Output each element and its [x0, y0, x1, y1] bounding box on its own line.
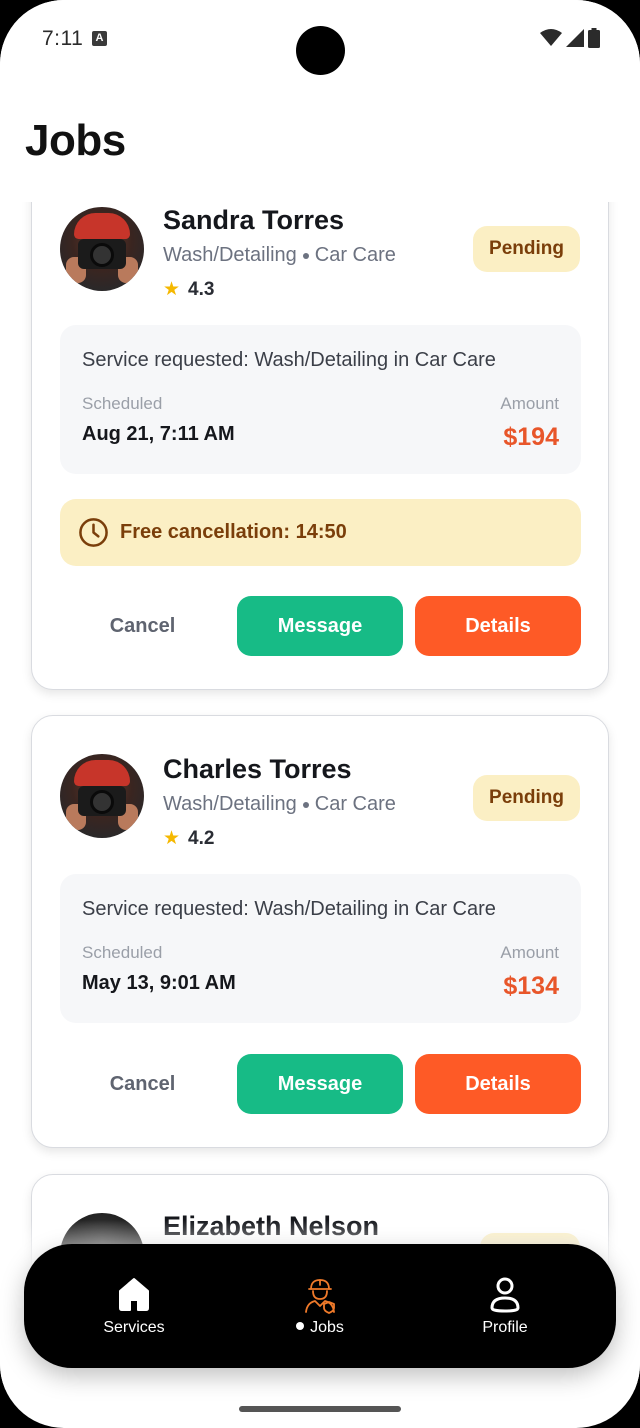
details-button[interactable]: Details — [415, 1054, 581, 1114]
service-category: Wash/Detailing Car Care — [163, 244, 396, 267]
status-time: 7:11 — [42, 27, 84, 50]
details-button[interactable]: Details — [415, 596, 581, 656]
amount-label: Amount — [500, 394, 559, 413]
star-icon: ★ — [163, 279, 181, 300]
rating: ★ 4.3 — [163, 278, 214, 301]
nav-item-services[interactable]: Services — [54, 1244, 214, 1368]
scheduled-label: Scheduled — [82, 943, 163, 962]
request-details: Service requested: Wash/Detailing in Car… — [60, 874, 581, 1023]
camera-cutout — [296, 26, 345, 75]
phone-screen: Sandra Torres Wash/Detailing Car Care ★ 4… — [0, 0, 640, 1428]
request-text: Service requested: Wash/Detailing in Car… — [82, 898, 496, 920]
status-badge: Pending — [473, 226, 580, 272]
free-cancellation-banner: Free cancellation: 14:50 — [60, 499, 581, 566]
bottom-nav: Services Jobs Profile — [24, 1244, 616, 1368]
active-indicator — [296, 1321, 305, 1330]
status-icons — [540, 28, 600, 48]
app-bar: Jobs — [0, 80, 640, 202]
status-bar: 7:11 A — [0, 0, 640, 80]
person-icon — [490, 1277, 520, 1313]
nav-label-text: Jobs — [310, 1319, 344, 1336]
cancellation-text: Free cancellation: 14:50 — [120, 521, 347, 543]
nav-label: Profile — [482, 1319, 528, 1336]
category-name: Car Care — [314, 793, 396, 815]
message-button[interactable]: Message — [237, 596, 403, 656]
worker-icon — [305, 1279, 335, 1314]
jobs-list[interactable]: Sandra Torres Wash/Detailing Car Care ★ 4… — [0, 0, 640, 1428]
scheduled-label: Scheduled — [82, 394, 163, 413]
page-title: Jobs — [25, 116, 126, 165]
cancel-button[interactable]: Cancel — [60, 596, 225, 656]
customer-avatar — [60, 754, 144, 838]
wifi-icon — [540, 29, 562, 46]
customer-name: Charles Torres — [163, 754, 352, 784]
customer-name: Sandra Torres — [163, 205, 345, 235]
request-text: Service requested: Wash/Detailing in Car… — [82, 349, 496, 371]
star-icon: ★ — [163, 828, 181, 849]
battery-icon — [588, 28, 600, 48]
service-category: Wash/Detailing Car Care — [163, 793, 396, 816]
home-icon — [119, 1278, 149, 1311]
separator-dot — [302, 252, 309, 259]
amount-value: $134 — [503, 972, 559, 1000]
service-name: Wash/Detailing — [163, 244, 297, 266]
nav-item-profile[interactable]: Profile — [425, 1244, 585, 1368]
nav-item-jobs[interactable]: Jobs — [240, 1244, 400, 1368]
scheduled-value: Aug 21, 7:11 AM — [82, 423, 235, 445]
job-card: Charles Torres Wash/Detailing Car Care ★ … — [31, 715, 609, 1148]
request-details: Service requested: Wash/Detailing in Car… — [60, 325, 581, 474]
signal-icon — [566, 29, 584, 47]
amount-value: $194 — [503, 423, 559, 451]
rating-value: 4.2 — [188, 827, 215, 849]
nav-label: Services — [103, 1319, 165, 1336]
notification-icon: A — [92, 31, 107, 46]
nav-label: Jobs — [240, 1319, 400, 1337]
separator-dot — [302, 801, 309, 808]
message-button[interactable]: Message — [237, 1054, 403, 1114]
rating: ★ 4.2 — [163, 827, 214, 850]
status-badge: Pending — [473, 775, 580, 821]
clock-icon — [79, 518, 108, 547]
scheduled-value: May 13, 9:01 AM — [82, 972, 236, 994]
category-name: Car Care — [314, 244, 396, 266]
job-card: Sandra Torres Wash/Detailing Car Care ★ 4… — [31, 164, 609, 690]
home-indicator[interactable] — [239, 1406, 401, 1412]
cancel-button[interactable]: Cancel — [60, 1054, 225, 1114]
amount-label: Amount — [500, 943, 559, 962]
customer-avatar — [60, 207, 144, 291]
service-name: Wash/Detailing — [163, 793, 297, 815]
rating-value: 4.3 — [188, 278, 215, 300]
